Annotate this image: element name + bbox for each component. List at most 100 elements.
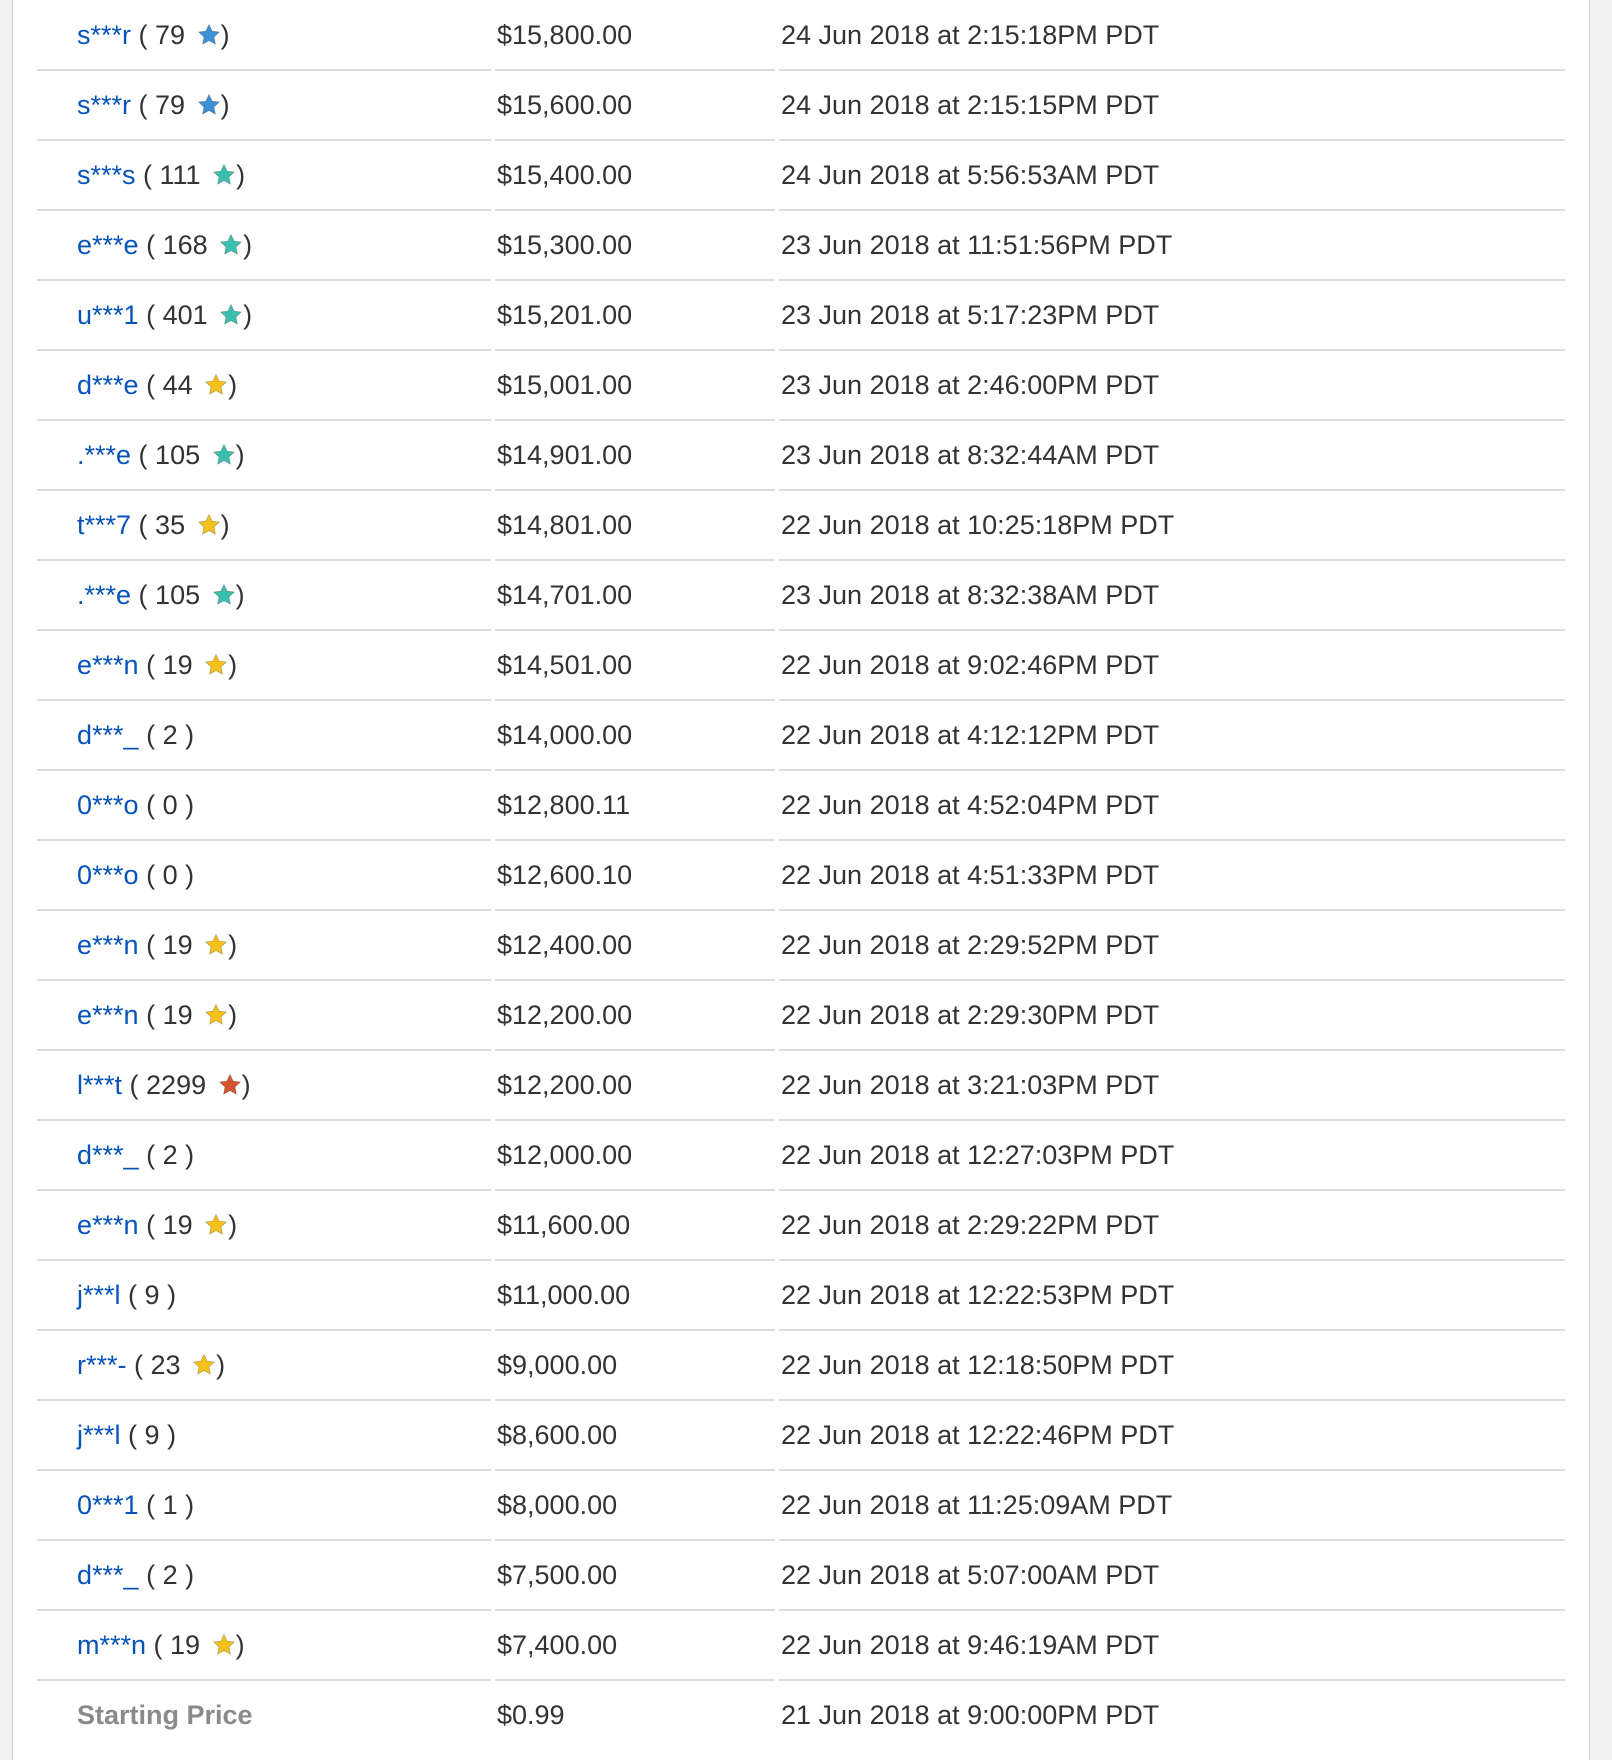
bidder-name-link[interactable]: e***n [77,650,139,680]
bidder-name-link[interactable]: r***- [77,1350,127,1380]
bid-time: 22 Jun 2018 at 4:12:12PM PDT [781,720,1160,750]
feedback-star-icon [204,1003,228,1027]
bid-time: 22 Jun 2018 at 4:51:33PM PDT [781,860,1160,890]
bid-time: 22 Jun 2018 at 2:29:30PM PDT [781,1000,1160,1030]
bid-time: 23 Jun 2018 at 8:32:38AM PDT [781,580,1160,610]
bidder-cell: 0***1 ( 1 ) [77,1470,194,1540]
bid-amount: $14,501.00 [497,650,633,680]
bidder-name-link[interactable]: d***_ [77,1560,139,1590]
feedback-score: ( 9 ) [120,1420,177,1450]
bid-row: m***n ( 19 ) $7,400.00 22 Jun 2018 at 9:46… [37,1610,1565,1681]
bidder-name-link[interactable]: .***e [77,580,131,610]
bid-amount: $11,000.00 [497,1280,631,1310]
bidder-name-link[interactable]: s***r [77,20,131,50]
bid-time: 23 Jun 2018 at 5:17:23PM PDT [781,300,1160,330]
bid-amount: $15,001.00 [497,370,633,400]
feedback-score: ( 19 ) [138,1210,238,1240]
bidder-name-link[interactable]: e***e [77,230,139,260]
bid-amount: $7,500.00 [497,1560,618,1590]
feedback-score: ( 19 ) [146,1630,245,1660]
bid-amount: $14,801.00 [497,510,633,540]
bidder-name-link[interactable]: t***7 [77,510,131,540]
feedback-star-icon [204,373,228,397]
bid-time: 22 Jun 2018 at 5:07:00AM PDT [781,1560,1160,1590]
feedback-score: ( 1 ) [138,1490,195,1520]
feedback-star-icon [197,93,221,117]
bidder-name-link[interactable]: m***n [77,1630,146,1660]
bid-row: u***1 ( 401 ) $15,201.00 23 Jun 2018 at 5:… [37,280,1565,351]
feedback-score: ( 79 ) [131,90,230,120]
starting-price-label: Starting Price [77,1700,253,1730]
bidder-name-link[interactable]: s***s [77,160,136,190]
bidder-cell: .***e ( 105 ) [77,560,245,630]
feedback-score: ( 105 ) [131,580,245,610]
bid-row: s***s ( 111 ) $15,400.00 24 Jun 2018 at 5:… [37,140,1565,211]
bid-row: s***r ( 79 ) $15,800.00 24 Jun 2018 at 2:1… [37,0,1565,71]
bidder-name-link[interactable]: u***1 [77,300,139,330]
bidder-cell: j***l ( 9 ) [77,1400,176,1470]
bidder-name-link[interactable]: j***l [77,1280,121,1310]
bid-row: 0***o ( 0 ) $12,800.11 22 Jun 2018 at 4:52… [37,770,1565,841]
bidder-cell: 0***o ( 0 ) [77,840,194,910]
bid-row: s***r ( 79 ) $15,600.00 24 Jun 2018 at 2:1… [37,70,1565,141]
bid-row: l***t ( 2299 ) $12,200.00 22 Jun 2018 at 3… [37,1050,1565,1121]
bidder-name-link[interactable]: d***_ [77,720,139,750]
feedback-score: ( 79 ) [131,20,230,50]
bid-amount: $15,400.00 [497,160,633,190]
feedback-score: ( 19 ) [138,1000,238,1030]
bid-row: e***n ( 19 ) $11,600.00 22 Jun 2018 at 2:2… [37,1190,1565,1261]
feedback-star-icon [197,513,221,537]
bid-row: r***- ( 23 ) $9,000.00 22 Jun 2018 at 12:1… [37,1330,1565,1401]
feedback-score: ( 44 ) [138,370,238,400]
bidder-name-link[interactable]: e***n [77,930,139,960]
bid-time: 22 Jun 2018 at 12:22:53PM PDT [781,1280,1175,1310]
bidder-name-link[interactable]: j***l [77,1420,121,1450]
bid-amount: $12,600.10 [497,860,633,890]
bid-amount: $15,201.00 [497,300,633,330]
bid-row: .***e ( 105 ) $14,901.00 23 Jun 2018 at 8:… [37,420,1565,491]
bidder-cell: r***- ( 23 ) [77,1330,225,1400]
bid-amount: $8,600.00 [497,1420,618,1450]
bid-amount: $14,901.00 [497,440,633,470]
bidder-name-link[interactable]: .***e [77,440,131,470]
bid-row: 0***o ( 0 ) $12,600.10 22 Jun 2018 at 4:51… [37,840,1565,911]
bidder-cell: e***n ( 19 ) [77,1190,237,1260]
bidder-name-link[interactable]: l***t [77,1070,122,1100]
feedback-star-icon [212,443,236,467]
feedback-star-icon [204,1213,228,1237]
bidder-cell: d***_ ( 2 ) [77,1120,194,1190]
bidder-name-link[interactable]: 0***o [77,860,139,890]
bid-row: e***n ( 19 ) $12,200.00 22 Jun 2018 at 2:2… [37,980,1565,1051]
bid-amount: $15,600.00 [497,90,633,120]
bid-time: 22 Jun 2018 at 11:25:09AM PDT [781,1490,1173,1520]
bidder-name-link[interactable]: d***e [77,370,139,400]
bid-time: 22 Jun 2018 at 4:52:04PM PDT [781,790,1160,820]
feedback-star-icon [212,583,236,607]
bidder-cell: e***n ( 19 ) [77,910,237,980]
bid-time: 23 Jun 2018 at 11:51:56PM PDT [781,230,1173,260]
bidder-cell: e***e ( 168 ) [77,210,252,280]
bid-amount: $14,701.00 [497,580,633,610]
bid-row: e***e ( 168 ) $15,300.00 23 Jun 2018 at 11… [37,210,1565,281]
feedback-star-icon [219,233,243,257]
bidder-name-link[interactable]: 0***1 [77,1490,139,1520]
bidder-name-link[interactable]: 0***o [77,790,139,820]
bid-row: j***l ( 9 ) $11,000.00 22 Jun 2018 at 12:2… [37,1260,1565,1331]
bid-row: d***_ ( 2 ) $7,500.00 22 Jun 2018 at 5:07:… [37,1540,1565,1611]
bid-time: 22 Jun 2018 at 12:22:46PM PDT [781,1420,1175,1450]
bid-row: d***e ( 44 ) $15,001.00 23 Jun 2018 at 2:4… [37,350,1565,421]
bidder-cell: .***e ( 105 ) [77,420,245,490]
feedback-star-icon [212,1633,236,1657]
feedback-score: ( 111 ) [135,160,246,190]
bidder-name-link[interactable]: d***_ [77,1140,139,1170]
bidder-name-link[interactable]: e***n [77,1210,139,1240]
bid-row: d***_ ( 2 ) $12,000.00 22 Jun 2018 at 12:2… [37,1120,1565,1191]
feedback-score: ( 0 ) [138,790,195,820]
feedback-score: ( 9 ) [120,1280,177,1310]
bidder-name-link[interactable]: s***r [77,90,131,120]
bidder-cell: 0***o ( 0 ) [77,770,194,840]
feedback-score: ( 35 ) [131,510,230,540]
feedback-score: ( 23 ) [126,1350,226,1380]
bidder-cell: d***_ ( 2 ) [77,1540,194,1610]
bidder-name-link[interactable]: e***n [77,1000,139,1030]
